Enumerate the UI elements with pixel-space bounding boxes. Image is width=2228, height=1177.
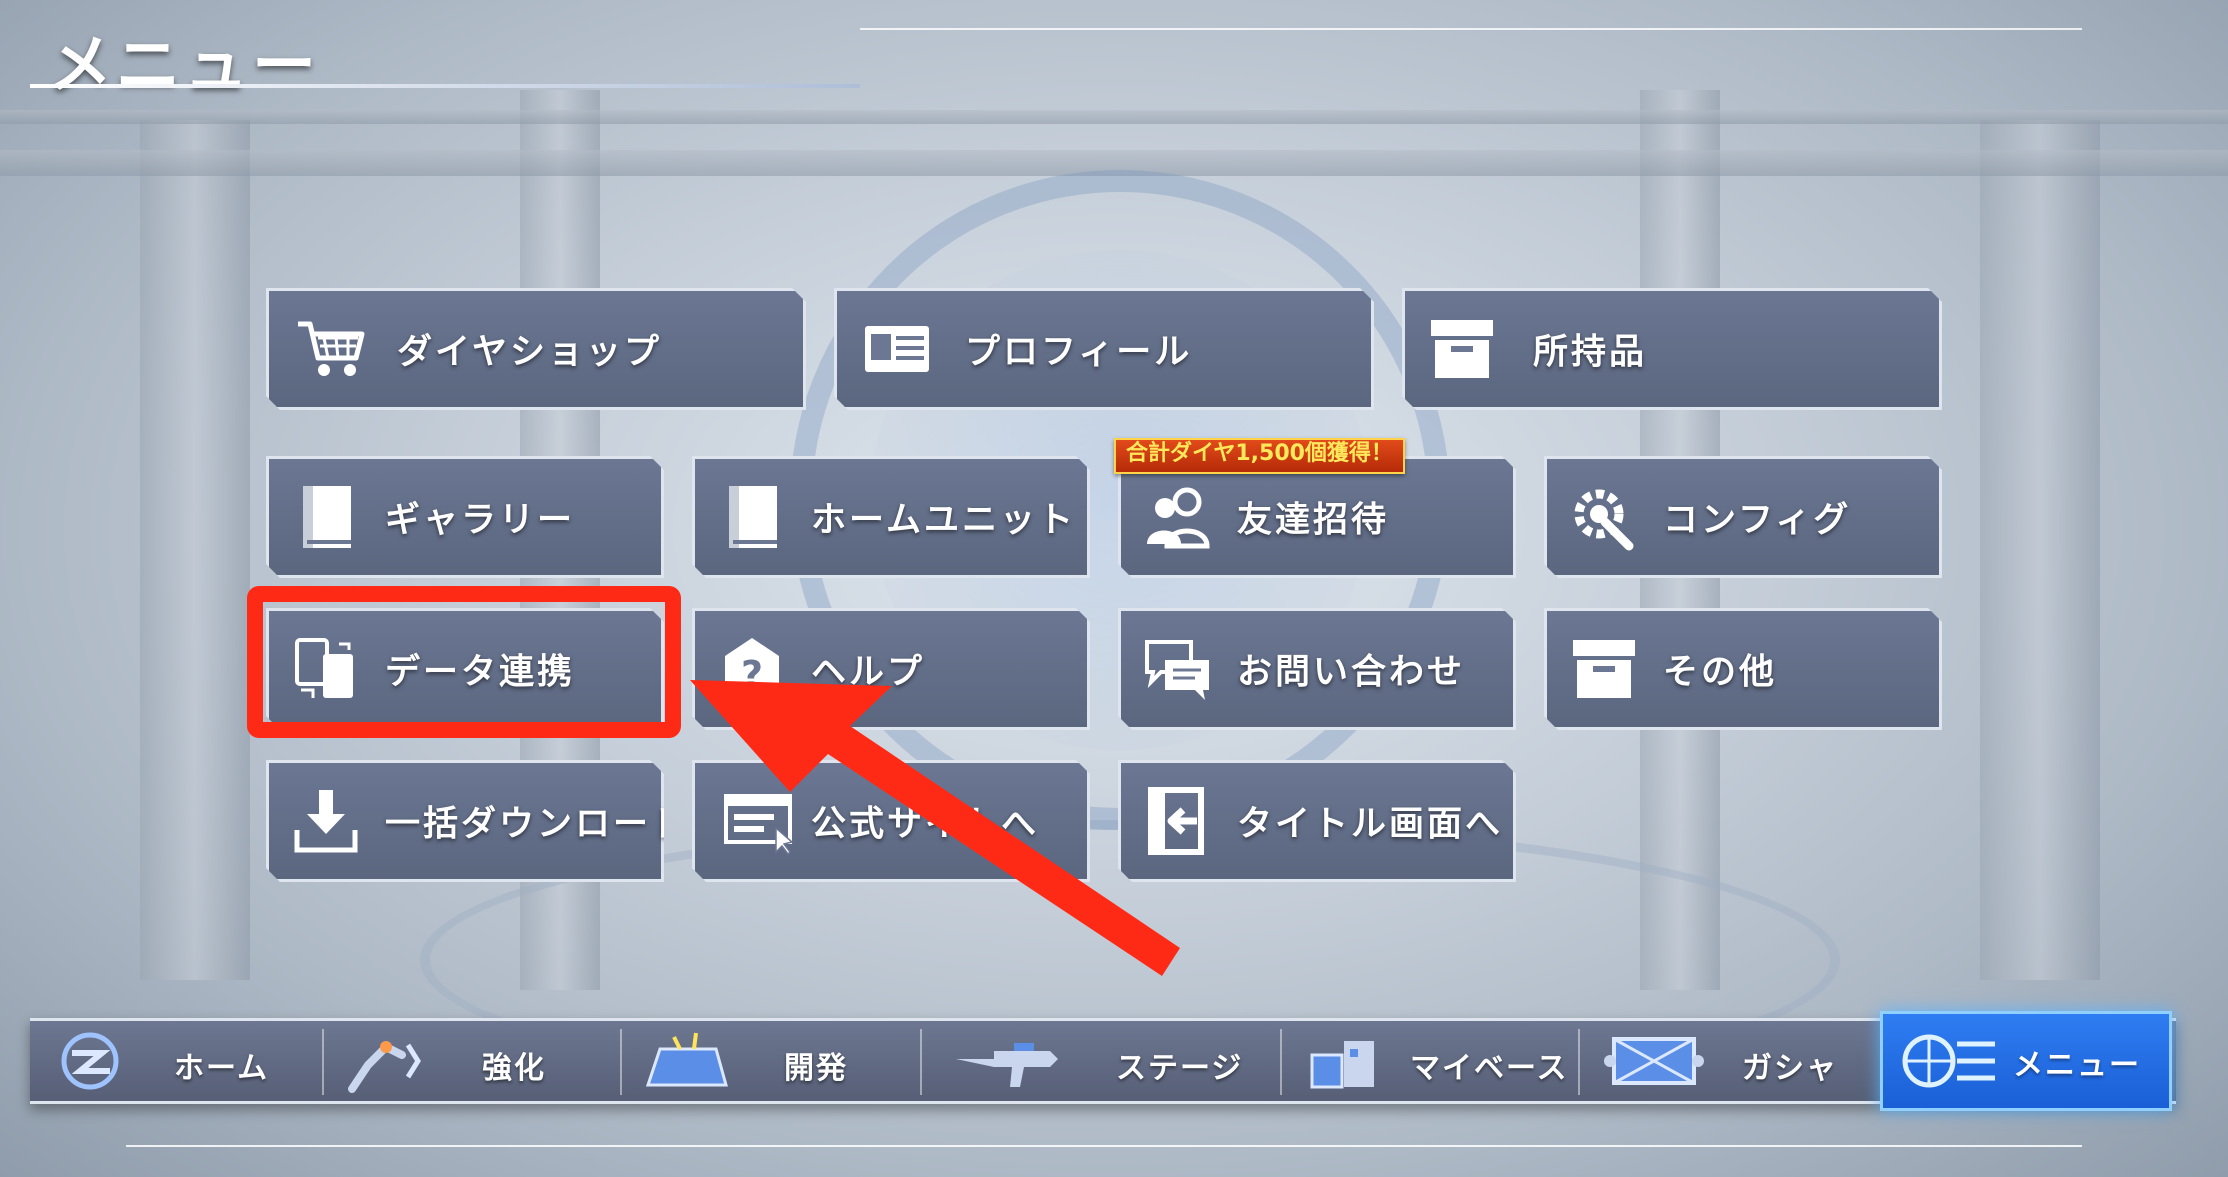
page-title: メニュー [48, 29, 320, 103]
chat-bubbles-icon [1143, 634, 1213, 704]
home-emblem-icon [61, 1032, 119, 1090]
gacha-icon [1604, 1037, 1704, 1085]
menu-button-official-site[interactable]: 公式サイトへ [692, 760, 1090, 882]
menu-button-gallery[interactable]: ギャラリー [266, 456, 664, 578]
bottom-divider [126, 1145, 2082, 1147]
download-icon [291, 786, 361, 856]
bg-beam [0, 110, 2228, 124]
menu-label: コンフィグ [1663, 500, 1852, 541]
nav-label: 強化 [482, 1051, 546, 1086]
book-icon [291, 482, 361, 552]
menu-label: 友達招待 [1237, 500, 1390, 541]
bg-beam [0, 150, 2228, 176]
nav-label: マイベース [1410, 1051, 1569, 1086]
nav-item-home[interactable]: ホーム [30, 1021, 320, 1101]
menu-button-bulk-download[interactable]: 一括ダウンロード [266, 760, 664, 882]
nav-label: ステージ [1116, 1051, 1244, 1086]
nav-item-develop[interactable]: 開発 [624, 1021, 924, 1101]
gear-wrench-icon [1569, 482, 1639, 552]
bg-pillar [140, 120, 250, 980]
menu-label: タイトル画面へ [1237, 804, 1504, 845]
menu-label: ホームユニット [811, 500, 1076, 541]
shopping-cart-icon [287, 314, 371, 384]
invite-reward-badge: 合計ダイヤ1,500個獲得！ [1114, 438, 1405, 474]
nav-item-my-base[interactable]: マイベース [1284, 1021, 1584, 1101]
question-icon: ? [717, 634, 787, 704]
id-card-icon [859, 314, 935, 384]
nav-label: 開発 [784, 1051, 848, 1086]
menu-label: ギャラリー [385, 500, 576, 541]
blueprint-icon [645, 1032, 728, 1087]
highlight-box [247, 586, 681, 738]
nav-item-gacha[interactable]: ガシャ [1582, 1021, 1882, 1101]
menu-button-other[interactable]: その他 [1544, 608, 1942, 730]
nav-item-stage[interactable]: ステージ [924, 1021, 1284, 1101]
menu-label: ダイヤショップ [397, 332, 662, 373]
menu-button-inventory[interactable]: 所持品 [1402, 288, 1942, 410]
menu-label: 公式サイトへ [811, 804, 1040, 845]
menu-label: 一括ダウンロード [385, 804, 690, 845]
nav-separator [1578, 1029, 1580, 1095]
robot-arm-icon [348, 1041, 421, 1093]
nav-label: メニュー [2013, 1048, 2141, 1083]
menu-label: ヘルプ [811, 652, 926, 693]
menu-label: プロフィール [965, 332, 1193, 373]
svg-text:?: ? [741, 653, 763, 697]
menu-label: その他 [1663, 652, 1778, 693]
nav-item-upgrade[interactable]: 強化 [326, 1021, 616, 1101]
menu-button-config[interactable]: コンフィグ [1544, 456, 1942, 578]
box-icon [1427, 314, 1497, 384]
menu-button-diamond-shop[interactable]: ダイヤショップ [266, 288, 806, 410]
bottom-nav: ホーム 強化 開発 ステージ マイベース ガシャ [30, 1018, 2176, 1104]
menu-button-invite-friends[interactable]: 友達招待 [1118, 456, 1516, 578]
title-underline [30, 84, 860, 88]
nav-label: ホーム [174, 1051, 270, 1086]
menu-button-home-unit[interactable]: ホームユニット [692, 456, 1090, 578]
menu-button-contact[interactable]: お問い合わせ [1118, 608, 1516, 730]
box-icon [1569, 634, 1639, 704]
menu-label: 所持品 [1533, 332, 1648, 373]
menu-button-profile[interactable]: プロフィール [834, 288, 1374, 410]
nav-separator [920, 1029, 922, 1095]
gun-icon [956, 1043, 1058, 1087]
bg-pillar [1980, 120, 2100, 980]
menu-label: お問い合わせ [1237, 652, 1466, 693]
nav-label: ガシャ [1742, 1051, 1838, 1086]
exit-door-icon [1143, 786, 1213, 856]
book-icon [717, 482, 787, 552]
nav-separator [620, 1029, 622, 1095]
top-divider [860, 28, 2082, 30]
nav-item-menu-active[interactable]: メニュー [1880, 1011, 2172, 1111]
menu-button-help[interactable]: ? ヘルプ [692, 608, 1090, 730]
menu-globe-icon [1902, 1034, 1995, 1088]
people-icon [1143, 482, 1213, 552]
browser-icon [717, 786, 801, 856]
menu-button-title-screen[interactable]: タイトル画面へ [1118, 760, 1516, 882]
nav-separator [322, 1029, 324, 1095]
nav-separator [1280, 1029, 1282, 1095]
base-icon [1310, 1041, 1374, 1089]
